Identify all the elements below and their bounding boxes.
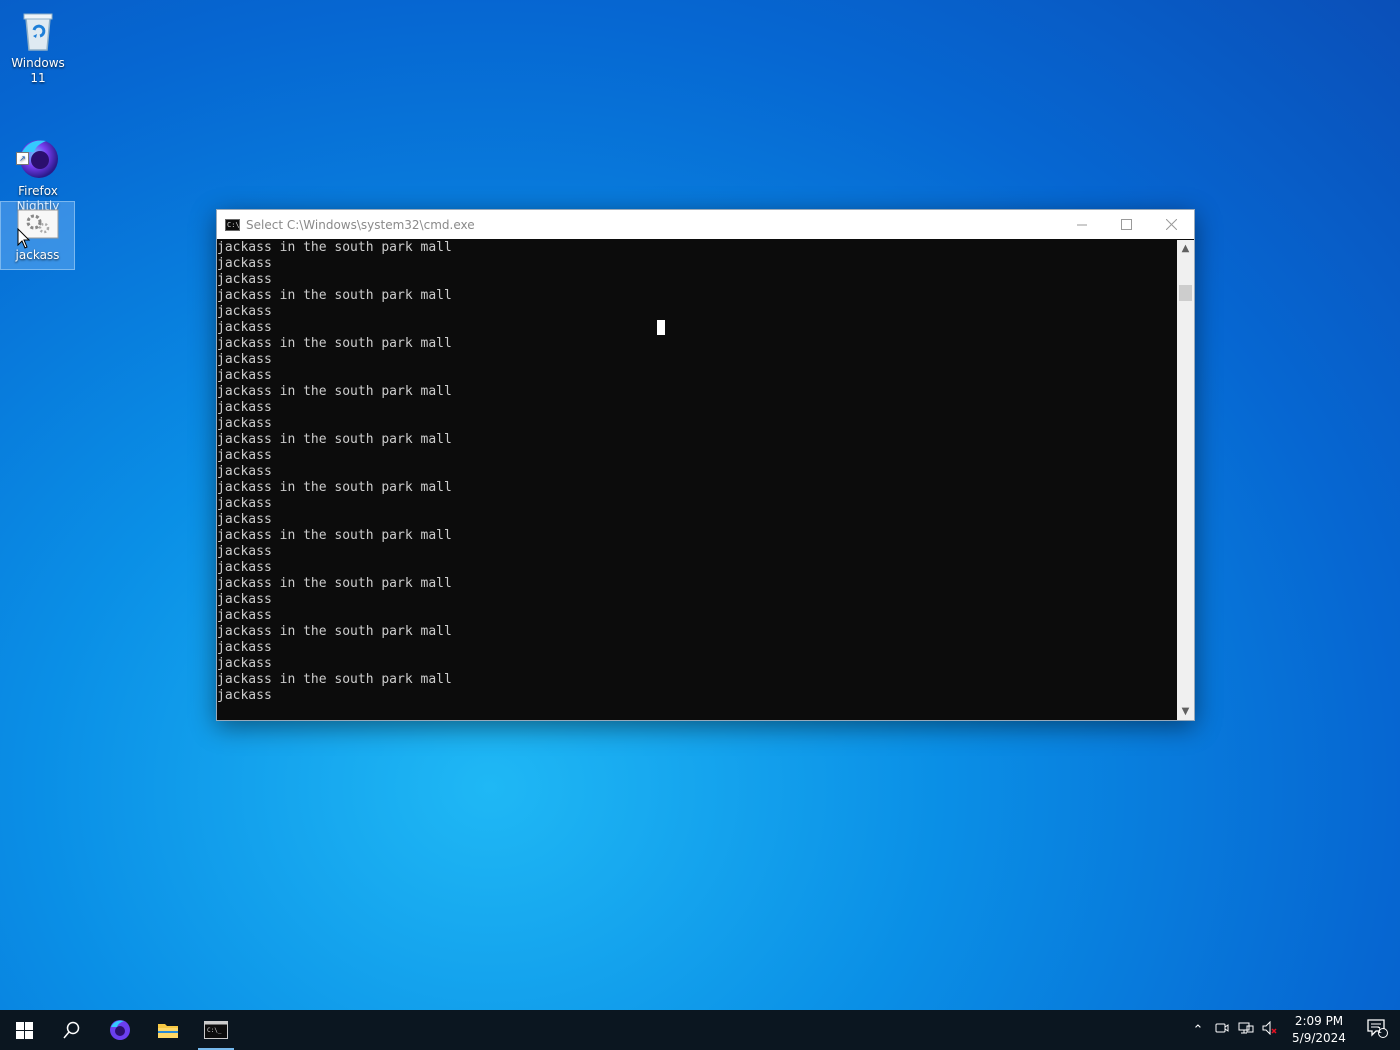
network-icon[interactable] bbox=[1234, 1021, 1258, 1039]
close-button[interactable] bbox=[1149, 210, 1194, 239]
minimize-icon bbox=[1076, 224, 1087, 225]
start-button[interactable] bbox=[0, 1010, 48, 1050]
taskbar-file-explorer[interactable] bbox=[144, 1010, 192, 1050]
console-line: jackass bbox=[217, 304, 272, 319]
taskbar-firefox-nightly[interactable] bbox=[96, 1010, 144, 1050]
window-titlebar[interactable]: C:\ Select C:\Windows\system32\cmd.exe bbox=[217, 210, 1194, 239]
console-line: jackass in the south park mall bbox=[217, 480, 452, 495]
system-tray: ⌃ 2:09 PM 5/9/2024 1 bbox=[1186, 1010, 1400, 1050]
window-title: Select C:\Windows\system32\cmd.exe bbox=[246, 217, 475, 232]
desktop-icon-jackass[interactable]: jackass bbox=[0, 201, 75, 270]
close-icon bbox=[1166, 219, 1177, 230]
vertical-scrollbar[interactable]: ▲ ▼ bbox=[1177, 240, 1194, 720]
taskbar-cmd[interactable]: C:\_ bbox=[192, 1010, 240, 1050]
maximize-button[interactable] bbox=[1104, 210, 1149, 239]
console-line: jackass in the south park mall bbox=[217, 288, 452, 303]
console-line: jackass bbox=[217, 496, 272, 511]
clock-time: 2:09 PM bbox=[1294, 1014, 1344, 1028]
meet-now-icon[interactable] bbox=[1210, 1021, 1234, 1039]
console-line: jackass bbox=[217, 544, 272, 559]
shortcut-arrow-icon: ↗ bbox=[16, 152, 29, 165]
selection-cursor bbox=[657, 320, 665, 335]
console-line: jackass in the south park mall bbox=[217, 336, 452, 351]
desktop-icon-label: Windows 11 bbox=[11, 56, 65, 85]
search-icon bbox=[63, 1021, 80, 1039]
console-line: jackass bbox=[217, 592, 272, 607]
taskbar: C:\_ ⌃ 2:09 PM 5/9/2024 1 bbox=[0, 1010, 1400, 1050]
cmd-icon: C:\_ bbox=[204, 1021, 228, 1039]
console-line: jackass in the south park mall bbox=[217, 432, 452, 447]
console-line: jackass bbox=[217, 688, 272, 703]
firefox-nightly-icon: ↗ bbox=[16, 121, 60, 178]
show-hidden-icons-chevron-icon[interactable]: ⌃ bbox=[1186, 1023, 1210, 1038]
console-line: jackass bbox=[217, 608, 272, 623]
console-line: jackass in the south park mall bbox=[217, 624, 452, 639]
scroll-down-icon[interactable]: ▼ bbox=[1177, 703, 1194, 720]
volume-muted-icon[interactable] bbox=[1258, 1020, 1282, 1039]
console-line: jackass bbox=[217, 560, 272, 575]
recycle-bin-icon bbox=[16, 8, 60, 52]
console-line: jackass bbox=[217, 464, 272, 479]
console-line: jackass bbox=[217, 512, 272, 527]
console-line: jackass bbox=[217, 448, 272, 463]
console-line: jackass in the south park mall bbox=[217, 576, 452, 591]
console-line: jackass in the south park mall bbox=[217, 528, 452, 543]
scrollbar-thumb[interactable] bbox=[1179, 285, 1192, 301]
console-line: jackass bbox=[217, 352, 272, 367]
maximize-icon bbox=[1121, 219, 1132, 230]
firefox-nightly-icon bbox=[110, 1020, 130, 1040]
desktop: Windows 11 ↗ Firefox Nightly jackass C:\… bbox=[0, 0, 1400, 1010]
console-output[interactable]: jackass in the south park mall jackass jac… bbox=[217, 240, 1176, 720]
minimize-button[interactable] bbox=[1059, 210, 1104, 239]
console-line: jackass bbox=[217, 416, 272, 431]
console-line: jackass bbox=[217, 320, 272, 335]
console-line: jackass in the south park mall bbox=[217, 240, 452, 255]
cmd-icon: C:\ bbox=[225, 218, 240, 231]
scroll-up-icon[interactable]: ▲ bbox=[1177, 240, 1194, 257]
search-button[interactable] bbox=[48, 1010, 96, 1050]
mouse-pointer-icon bbox=[17, 228, 31, 249]
console-line: jackass in the south park mall bbox=[217, 384, 452, 399]
windows-logo-icon bbox=[15, 1021, 33, 1039]
console-line: jackass bbox=[217, 656, 272, 671]
cmd-window[interactable]: C:\ Select C:\Windows\system32\cmd.exe j… bbox=[216, 209, 1195, 721]
taskbar-clock[interactable]: 2:09 PM 5/9/2024 bbox=[1288, 1013, 1350, 1047]
desktop-icon-recycle-bin[interactable]: Windows 11 bbox=[2, 8, 74, 86]
console-line: jackass in the south park mall bbox=[217, 672, 452, 687]
console-line: jackass bbox=[217, 368, 272, 383]
folder-icon bbox=[158, 1024, 178, 1038]
action-center-button[interactable]: 1 bbox=[1356, 1018, 1400, 1042]
console-line: jackass bbox=[217, 256, 272, 271]
console-line: jackass bbox=[217, 400, 272, 415]
clock-date: 5/9/2024 bbox=[1292, 1031, 1346, 1045]
svg-text:C:\_: C:\_ bbox=[207, 1027, 222, 1034]
console-line: jackass bbox=[217, 272, 272, 287]
notification-count: 1 bbox=[1377, 1026, 1383, 1035]
console-line: jackass bbox=[217, 640, 272, 655]
